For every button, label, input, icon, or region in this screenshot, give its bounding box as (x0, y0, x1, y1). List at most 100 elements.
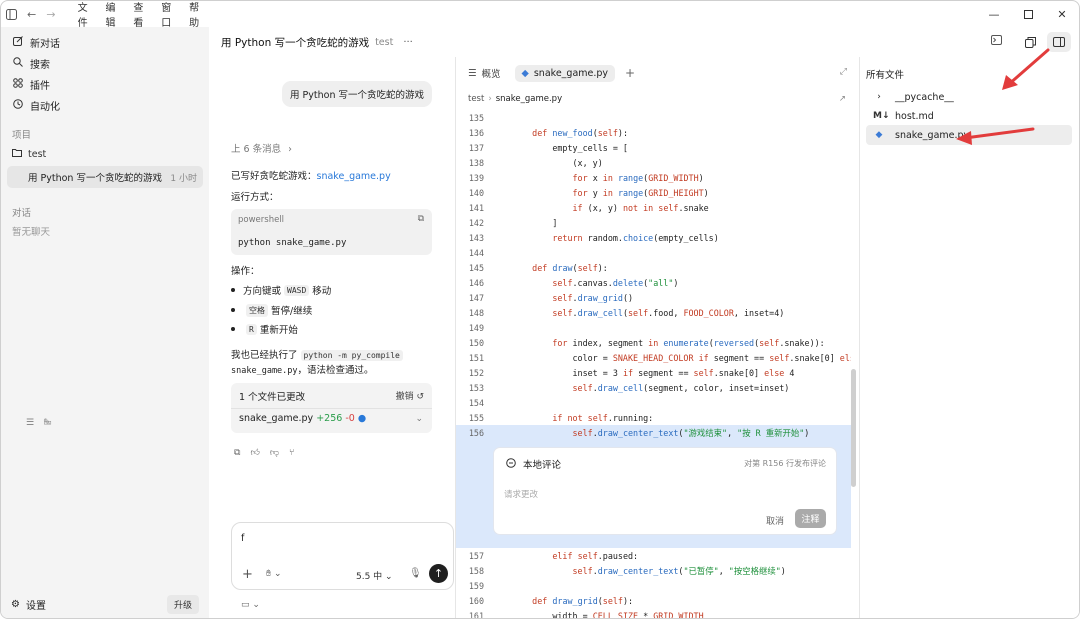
sidebar-item-search[interactable]: 搜索 (1, 53, 209, 74)
line-number[interactable]: 154 (456, 398, 484, 408)
code-line[interactable]: 155 if not self.running: (456, 410, 851, 425)
code-line[interactable]: 161 width = CELL_SIZE * GRID_WIDTH (456, 608, 851, 619)
minimize-icon[interactable]: — (977, 1, 1011, 27)
forward-arrow-icon[interactable]: → (46, 8, 55, 21)
code-line[interactable]: 142 ] (456, 215, 851, 230)
comment-input[interactable]: 请求更改 (504, 488, 538, 500)
code-line[interactable]: 153 self.draw_cell(segment, color, inset… (456, 380, 851, 395)
sidebar-item-automation[interactable]: 自动化 (1, 95, 209, 116)
undo-button[interactable]: 撤销 ↺ (396, 389, 424, 402)
more-options-button[interactable]: ··· (403, 37, 413, 48)
composer[interactable]: f + ✋︎ ⌄ 5.5 中 ⌄ 🎙︎ ↑ (231, 522, 454, 590)
thumbs-up-icon[interactable]: 👍︎ (250, 448, 259, 458)
upgrade-button[interactable]: 升级 (166, 594, 199, 614)
line-number[interactable]: 146 (456, 278, 484, 288)
line-number[interactable]: 138 (456, 158, 484, 168)
back-arrow-icon[interactable]: ← (27, 8, 36, 21)
menu-view[interactable]: 查看 (125, 1, 153, 29)
line-number[interactable]: 136 (456, 128, 484, 138)
code-line[interactable]: 151 color = SNAKE_HEAD_COLOR if segment … (456, 350, 851, 365)
code-line[interactable]: 152 inset = 3 if segment == self.snake[0… (456, 365, 851, 380)
code-line[interactable]: 156 self.draw_center_text("游戏结束", "按 R 重… (456, 425, 851, 440)
line-number[interactable]: 155 (456, 413, 484, 423)
menu-edit[interactable]: 编辑 (97, 1, 125, 29)
comment-submit-button[interactable]: 注释 (795, 509, 826, 528)
new-tab-icon[interactable]: + (625, 66, 635, 80)
line-number[interactable]: 141 (456, 203, 484, 213)
code-view[interactable]: 135 136 def new_food(self): 137 empty_cell… (456, 110, 851, 619)
code-line[interactable]: 150 for index, segment in enumerate(reve… (456, 335, 851, 350)
settings-button[interactable]: ⚙ 设置 (11, 597, 46, 612)
copy-icon[interactable]: ⧉ (418, 214, 424, 224)
line-number[interactable]: 160 (456, 596, 484, 606)
copy-icon[interactable]: ⧉ (234, 448, 240, 458)
composer-input[interactable]: f (241, 533, 244, 544)
menu-help[interactable]: 帮助 (181, 1, 209, 29)
file-link[interactable]: snake_game.py (317, 171, 391, 182)
maximize-icon[interactable] (1011, 1, 1045, 27)
line-number[interactable]: 161 (456, 611, 484, 619)
code-line[interactable]: 137 empty_cells = [ (456, 140, 851, 155)
line-number[interactable]: 150 (456, 338, 484, 348)
hand-icon[interactable]: ✋︎ ⌄ (266, 569, 282, 579)
chevron-down-icon[interactable]: ⌄ (415, 414, 423, 424)
code-line[interactable]: 141 if (x, y) not in self.snake (456, 200, 851, 215)
cancel-button[interactable]: 取消 (766, 514, 784, 527)
line-number[interactable]: 149 (456, 323, 484, 333)
environment-selector[interactable]: ▭ ⌄ (241, 600, 260, 610)
sidebar-chat-active[interactable]: 用 Python 写一个贪吃蛇的游戏 1 小时 (7, 166, 203, 188)
line-number[interactable]: 152 (456, 368, 484, 378)
code-line[interactable]: 147 self.draw_grid() (456, 290, 851, 305)
sidebar-toggle-icon[interactable] (6, 8, 17, 20)
project-name[interactable]: test (375, 37, 393, 48)
code-line[interactable]: 140 for y in range(GRID_HEIGHT) (456, 185, 851, 200)
line-number[interactable]: 158 (456, 566, 484, 576)
terminal-icon[interactable] (991, 35, 1002, 48)
thumbs-down-icon[interactable]: 👎︎ (270, 448, 279, 458)
line-number[interactable]: 137 (456, 143, 484, 153)
code-line[interactable]: 143 return random.choice(empty_cells) (456, 230, 851, 245)
sidebar-item-new-chat[interactable]: 新对话 (1, 32, 209, 53)
compose-icon[interactable]: ✎ (43, 418, 51, 428)
close-icon[interactable]: ✕ (1045, 1, 1079, 27)
line-number[interactable]: 159 (456, 581, 484, 591)
code-line[interactable]: 138 (x, y) (456, 155, 851, 170)
changed-file-row[interactable]: snake_game.py +256 -0 ● (239, 413, 366, 424)
line-number[interactable]: 151 (456, 353, 484, 363)
model-selector[interactable]: 5.5 中 ⌄ (356, 569, 393, 582)
expand-icon[interactable]: ⤢ (840, 67, 847, 77)
panel-toggle-icon[interactable] (1047, 32, 1071, 52)
breadcrumb-file[interactable]: snake_game.py (496, 94, 562, 104)
plus-icon[interactable]: + (242, 567, 253, 582)
code-line[interactable]: 159 (456, 578, 851, 593)
previous-messages-toggle[interactable]: 上 6 条消息 › (231, 141, 292, 155)
line-number[interactable]: 156 (456, 428, 484, 438)
branch-icon[interactable]: ⑂ (289, 448, 294, 458)
code-line[interactable]: 149 (456, 320, 851, 335)
line-number[interactable]: 142 (456, 218, 484, 228)
line-number[interactable]: 147 (456, 293, 484, 303)
sidebar-item-plugins[interactable]: 插件 (1, 74, 209, 95)
open-external-icon[interactable]: ↗ (839, 94, 846, 104)
microphone-icon[interactable]: 🎙︎ (409, 568, 422, 579)
code-line[interactable]: 145 def draw(self): (456, 260, 851, 275)
tab-overview[interactable]: ☰ 概览 (468, 66, 501, 81)
code-line[interactable]: 148 self.draw_cell(self.food, FOOD_COLOR… (456, 305, 851, 320)
line-number[interactable]: 143 (456, 233, 484, 243)
code-line[interactable]: 135 (456, 110, 851, 125)
line-number[interactable]: 153 (456, 383, 484, 393)
line-number[interactable]: 135 (456, 113, 484, 123)
line-number[interactable]: 145 (456, 263, 484, 273)
send-button[interactable]: ↑ (429, 564, 448, 583)
code-line[interactable]: 136 def new_food(self): (456, 125, 851, 140)
breadcrumb-folder[interactable]: test (468, 94, 484, 104)
filter-icon[interactable]: ☰ (26, 418, 34, 428)
line-number[interactable]: 140 (456, 188, 484, 198)
folder-test[interactable]: test (1, 144, 209, 164)
code-line[interactable]: 139 for x in range(GRID_WIDTH) (456, 170, 851, 185)
split-view-icon[interactable] (1019, 32, 1041, 52)
menu-file[interactable]: 文件 (70, 1, 98, 29)
code-line[interactable]: 144 (456, 245, 851, 260)
file-item-host-md[interactable]: M↓ host.md (866, 106, 1072, 126)
line-number[interactable]: 144 (456, 248, 484, 258)
